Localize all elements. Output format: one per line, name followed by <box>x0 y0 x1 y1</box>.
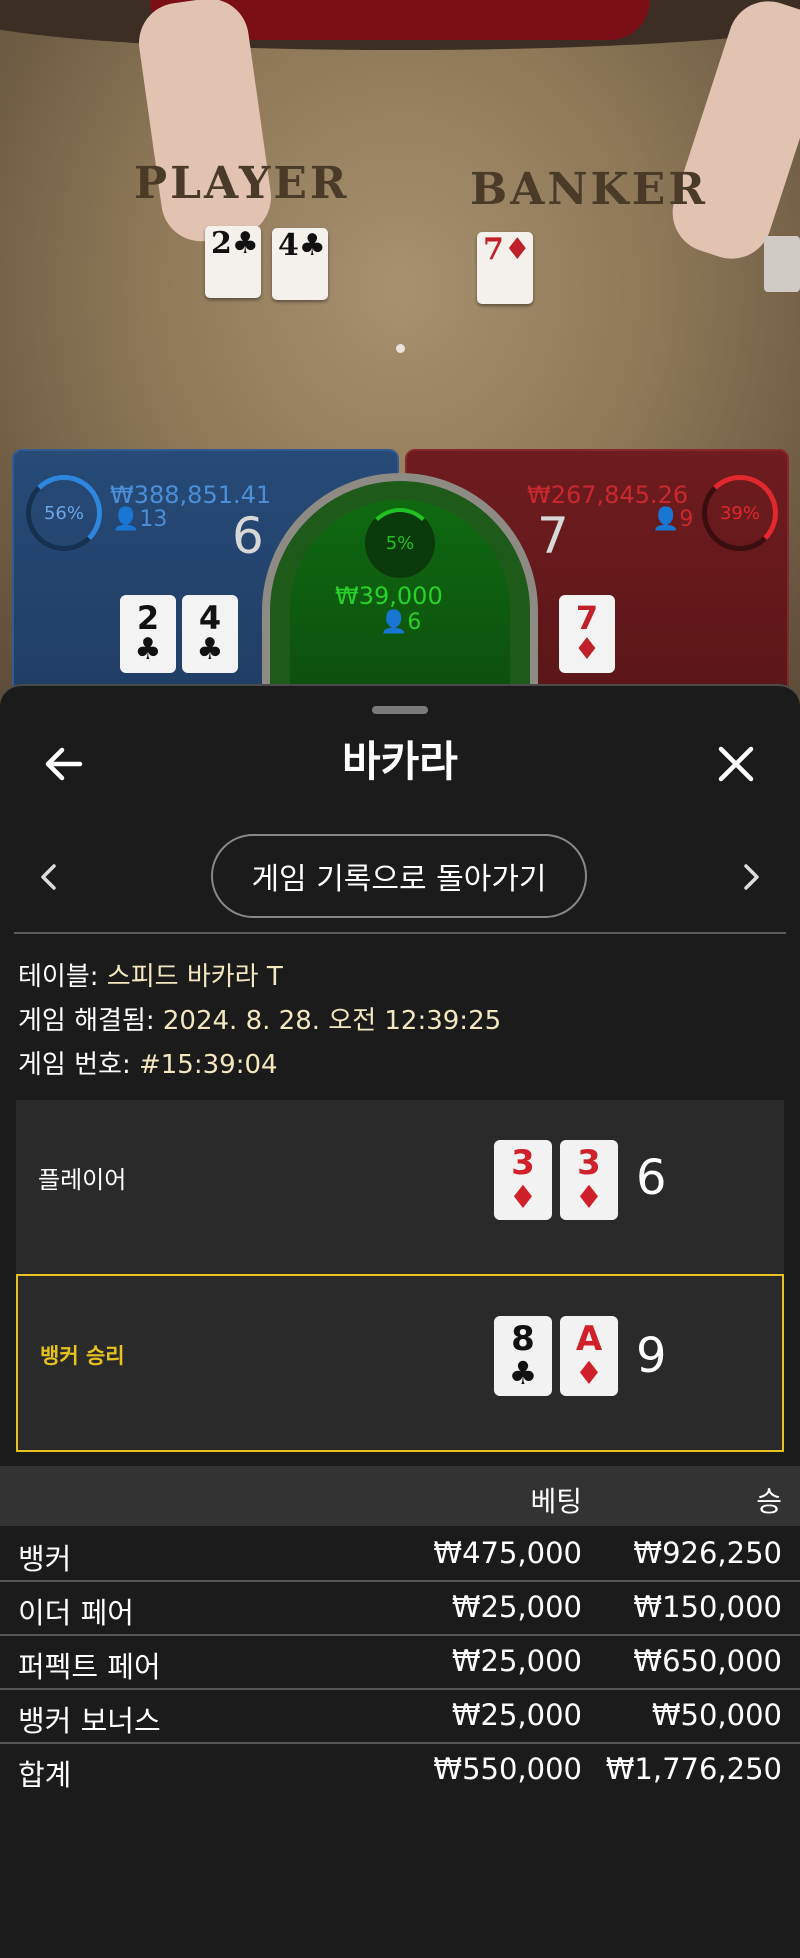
table-row: 퍼펙트 페어 ₩25,000 ₩650,000 <box>0 1634 800 1690</box>
player-card-2: 4 ♣ <box>182 595 238 673</box>
win-amount: ₩650,000 <box>633 1644 782 1678</box>
player-outcome-score: 6 <box>636 1150 667 1206</box>
player-percent-ring: 56% <box>26 475 102 551</box>
banker-count: 👤9 <box>652 507 694 532</box>
banker-bet-amount: ₩267,845.26 <box>527 481 689 509</box>
banker-percent: 39% <box>719 502 760 524</box>
divider <box>14 932 786 934</box>
table-marker <box>396 344 405 353</box>
person-icon: 👤 <box>652 507 680 532</box>
game-number-info: 게임 번호: #15:39:04 <box>18 1050 278 1080</box>
player-outcome-label: 플레이어 <box>38 1166 127 1194</box>
total-bet: ₩550,000 <box>433 1752 582 1786</box>
total-win: ₩1,776,250 <box>605 1752 782 1786</box>
banker-outcome-card-2: A ♦ <box>560 1316 618 1396</box>
win-amount: ₩50,000 <box>651 1698 782 1732</box>
bet-amount: ₩475,000 <box>433 1536 582 1570</box>
video-player-card-2: 4♣ <box>272 228 328 300</box>
table-row: 뱅커 보너스 ₩25,000 ₩50,000 <box>0 1688 800 1744</box>
banker-outcome-card-1: 8 ♣ <box>494 1316 552 1396</box>
bet-amount: ₩25,000 <box>451 1698 582 1732</box>
card-shoe <box>764 236 800 292</box>
player-outcome: 플레이어 3 ♦ 3 ♦ 6 <box>16 1100 784 1276</box>
player-outcome-card-2: 3 ♦ <box>560 1140 618 1220</box>
sheet-drag-handle[interactable] <box>372 706 428 714</box>
person-icon: 👤 <box>112 507 140 532</box>
sheet-title: 바카라 <box>342 737 458 786</box>
player-count: 👤13 <box>112 507 168 532</box>
table-row: 뱅커 ₩475,000 ₩926,250 <box>0 1526 800 1582</box>
bet-column-header: 베팅 <box>530 1485 582 1518</box>
player-bet-amount: ₩388,851.41 <box>110 481 272 509</box>
player-outcome-card-1: 3 ♦ <box>494 1140 552 1220</box>
banker-area-label: BANKER <box>470 164 708 215</box>
banker-outcome: 뱅커 승리 8 ♣ A ♦ 9 <box>16 1274 784 1452</box>
back-to-history-button[interactable]: 게임 기록으로 돌아가기 <box>211 834 587 918</box>
win-amount: ₩150,000 <box>633 1590 782 1624</box>
bets-table-header: 베팅 승 <box>0 1466 800 1526</box>
video-banker-card-1: 7♦ <box>477 232 533 304</box>
total-label: 합계 <box>18 1758 72 1792</box>
chevron-left-icon <box>41 864 56 890</box>
bet-type: 뱅커 <box>18 1542 72 1576</box>
previous-game-button[interactable] <box>30 852 66 902</box>
banker-score: 7 <box>537 507 569 565</box>
banker-card-1: 7 ♦ <box>559 595 615 673</box>
bet-amount: ₩25,000 <box>451 1644 582 1678</box>
video-player-card-1: 2♣ <box>205 226 261 298</box>
win-column-header: 승 <box>756 1485 782 1518</box>
resolved-info: 게임 해결됨: 2024. 8. 28. 오전 12:39:25 <box>18 1006 502 1036</box>
bet-type: 이더 페어 <box>18 1596 134 1630</box>
tie-bet-amount: ₩39,000 <box>335 582 443 610</box>
chevron-right-icon <box>744 864 759 890</box>
game-history-sheet: 바카라 게임 기록으로 돌아가기 테이블: 스피드 바카라 T 게임 해결됨: … <box>0 684 800 1958</box>
bet-amount: ₩25,000 <box>451 1590 582 1624</box>
player-percent: 56% <box>43 502 84 524</box>
player-score: 6 <box>232 507 264 565</box>
table-info: 테이블: 스피드 바카라 T <box>18 962 283 992</box>
tie-percent-ring: 5% <box>365 508 435 578</box>
person-icon: 👤 <box>380 610 408 635</box>
banker-percent-ring: 39% <box>702 475 778 551</box>
banker-outcome-label: 뱅커 승리 <box>40 1344 125 1368</box>
close-button[interactable] <box>708 736 764 792</box>
banker-outcome-score: 9 <box>636 1328 667 1384</box>
close-icon <box>718 746 754 782</box>
win-amount: ₩926,250 <box>633 1536 782 1570</box>
tie-percent: 5% <box>385 532 415 554</box>
tie-count: 👤6 <box>380 610 422 635</box>
bet-type: 뱅커 보너스 <box>18 1704 161 1738</box>
total-row: 합계 ₩550,000 ₩1,776,250 <box>0 1742 800 1796</box>
player-card-1: 2 ♣ <box>120 595 176 673</box>
bet-type: 퍼펙트 페어 <box>18 1650 161 1684</box>
next-game-button[interactable] <box>734 852 770 902</box>
player-area-label: PLAYER <box>134 158 350 209</box>
table-row: 이더 페어 ₩25,000 ₩150,000 <box>0 1580 800 1636</box>
